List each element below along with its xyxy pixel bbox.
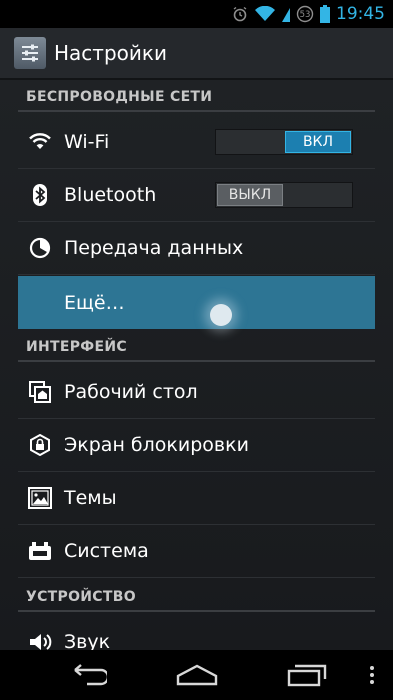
settings-item-sound[interactable]: Звук bbox=[18, 616, 375, 650]
desktop-home-icon bbox=[26, 378, 54, 406]
settings-item-label: Звук bbox=[64, 631, 111, 650]
settings-item-label: Wi-Fi bbox=[64, 131, 110, 153]
themes-icon bbox=[26, 484, 54, 512]
settings-item-system[interactable]: Система bbox=[18, 525, 375, 578]
section-header-interface: ИНТЕРФЕЙС bbox=[18, 334, 375, 362]
bluetooth-toggle[interactable]: ВЫКЛ bbox=[215, 182, 353, 208]
settings-app-icon[interactable] bbox=[14, 37, 46, 69]
status-bar: 53 19:45 bbox=[0, 0, 393, 28]
page-title: Настройки bbox=[54, 41, 167, 65]
wifi-toggle[interactable]: ВКЛ bbox=[215, 129, 353, 155]
battery-icon bbox=[320, 5, 330, 23]
settings-item-lockscreen[interactable]: Экран блокировки bbox=[18, 419, 375, 472]
toggle-thumb: ВЫКЛ bbox=[217, 184, 283, 206]
clock: 19:45 bbox=[336, 4, 385, 24]
data-badge-text: 53 bbox=[300, 10, 311, 20]
system-icon bbox=[26, 537, 54, 565]
settings-item-label: Система bbox=[64, 540, 149, 562]
wifi-signal-icon bbox=[254, 6, 276, 22]
settings-item-label: Ещё… bbox=[64, 291, 125, 314]
settings-item-data-usage[interactable]: Передача данных bbox=[18, 222, 375, 275]
settings-item-label: Темы bbox=[64, 487, 117, 509]
section-header-wireless: БЕСПРОВОДНЫЕ СЕТИ bbox=[18, 84, 375, 112]
overflow-menu-icon[interactable] bbox=[362, 660, 382, 690]
navigation-bar bbox=[0, 650, 393, 700]
touch-indicator bbox=[210, 304, 232, 326]
settings-item-desktop[interactable]: Рабочий стол bbox=[18, 366, 375, 419]
toggle-thumb: ВКЛ bbox=[285, 131, 351, 153]
alarm-icon bbox=[232, 6, 248, 22]
section-header-device: УСТРОЙСТВО bbox=[18, 584, 375, 612]
cell-signal-icon bbox=[282, 6, 290, 22]
wifi-icon bbox=[26, 128, 54, 156]
data-usage-icon bbox=[26, 234, 54, 262]
settings-item-label: Экран блокировки bbox=[64, 434, 249, 456]
recent-apps-icon[interactable] bbox=[282, 660, 332, 690]
data-badge-icon: 53 bbox=[296, 5, 314, 23]
settings-item-wifi[interactable]: Wi-Fi ВКЛ bbox=[18, 116, 375, 169]
settings-list[interactable]: БЕСПРОВОДНЫЕ СЕТИ Wi-Fi ВКЛ Bluetooth ВЫ… bbox=[0, 80, 393, 650]
lock-icon bbox=[26, 431, 54, 459]
home-icon[interactable] bbox=[172, 660, 222, 690]
settings-item-label: Bluetooth bbox=[64, 184, 157, 206]
settings-item-label: Рабочий стол bbox=[64, 381, 198, 403]
settings-item-bluetooth[interactable]: Bluetooth ВЫКЛ bbox=[18, 169, 375, 222]
settings-item-themes[interactable]: Темы bbox=[18, 472, 375, 525]
settings-item-more[interactable]: Ещё… bbox=[18, 276, 375, 329]
action-bar: Настройки bbox=[0, 28, 393, 80]
sound-icon bbox=[26, 628, 54, 650]
back-icon[interactable] bbox=[62, 660, 112, 690]
bluetooth-icon bbox=[26, 181, 54, 209]
settings-item-label: Передача данных bbox=[64, 237, 244, 259]
